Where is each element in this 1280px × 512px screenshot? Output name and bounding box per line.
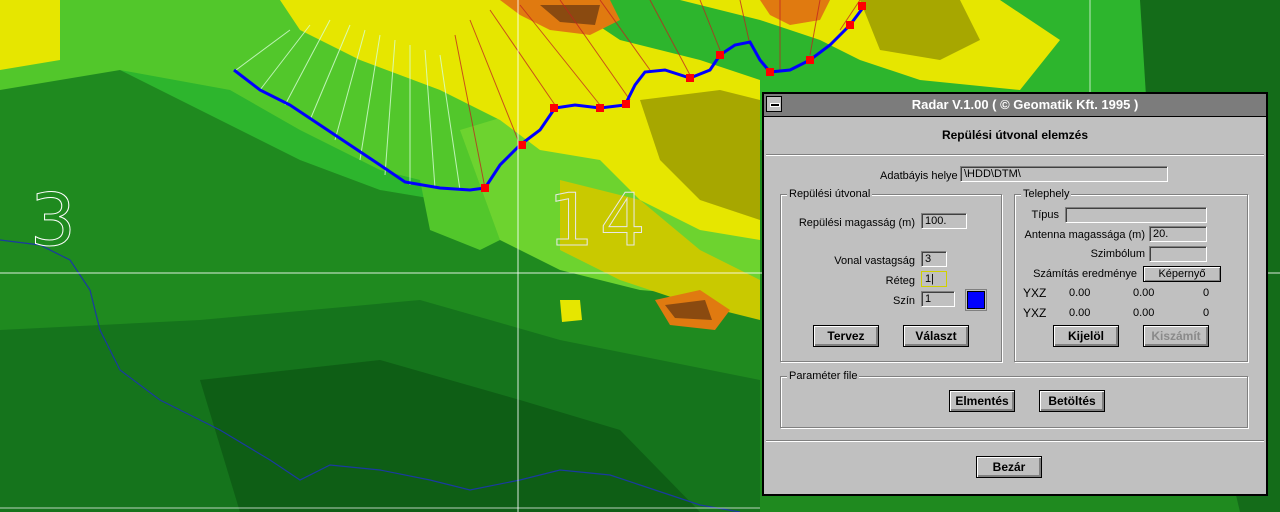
database-path-field[interactable]: \HDD\DTM\	[960, 166, 1168, 182]
zone-label-left: 3	[30, 178, 77, 263]
param-group-title: Paraméter file	[787, 370, 860, 382]
radar-dialog: Radar V.1.00 ( © Geomatik Kft. 1995 ) Re…	[762, 92, 1268, 496]
antenna-input[interactable]: 20.	[1149, 226, 1207, 242]
coord-value: 0.00	[1069, 307, 1091, 319]
site-group: Telephely Típus Antenna magassága (m) 20…	[1014, 188, 1248, 362]
coord-value: 0.00	[1133, 307, 1155, 319]
window-title: Radar V.1.00 ( © Geomatik Kft. 1995 )	[911, 97, 1139, 112]
color-input[interactable]: 1	[921, 291, 955, 307]
save-button[interactable]: Elmentés	[949, 390, 1015, 412]
altitude-input[interactable]: 100.	[921, 213, 967, 229]
result-label: Számítás eredménye	[1033, 268, 1137, 280]
calculate-button[interactable]: Kiszámít	[1143, 325, 1209, 347]
param-file-group: Paraméter file Elmentés Betöltés	[780, 370, 1248, 428]
coord-row-label: YXZ	[1023, 286, 1047, 300]
zone-label-center: 14	[548, 178, 652, 263]
route-group: Repülési útvonal Repülési magasság (m) 1…	[780, 188, 1002, 362]
system-menu-icon[interactable]	[766, 96, 782, 112]
result-dropdown[interactable]: Képernyő	[1143, 266, 1221, 282]
coord-value: 0.00	[1133, 287, 1155, 299]
type-field[interactable]	[1065, 207, 1207, 223]
altitude-label: Repülési magasság (m)	[798, 217, 915, 229]
site-group-title: Telephely	[1021, 188, 1072, 200]
coord-value: 0.00	[1069, 287, 1091, 299]
symbol-label: Szimbólum	[1090, 248, 1145, 260]
plan-button[interactable]: Tervez	[813, 325, 879, 347]
close-button[interactable]: Bezár	[976, 456, 1042, 478]
divider	[766, 440, 1264, 442]
dialog-heading: Repülési útvonal elemzés	[941, 128, 1089, 142]
color-swatch[interactable]	[967, 291, 985, 309]
mark-button[interactable]: Kijelöl	[1053, 325, 1119, 347]
coord-row-label: YXZ	[1023, 306, 1047, 320]
line-width-input[interactable]: 3	[921, 251, 947, 267]
type-label: Típus	[1031, 209, 1059, 221]
color-label: Szín	[892, 295, 915, 307]
route-group-title: Repülési útvonal	[787, 188, 873, 200]
symbol-field[interactable]	[1149, 246, 1207, 262]
layer-label: Réteg	[885, 275, 915, 287]
coord-value: 0	[1203, 287, 1210, 299]
select-button[interactable]: Választ	[903, 325, 969, 347]
line-width-label: Vonal vastagság	[834, 255, 915, 267]
layer-input[interactable]: 1|	[921, 271, 947, 287]
title-bar[interactable]: Radar V.1.00 ( © Geomatik Kft. 1995 )	[764, 94, 1266, 117]
database-label: Adatbáyis helye	[880, 170, 958, 182]
coord-value: 0	[1203, 307, 1210, 319]
antenna-label: Antenna magassága (m)	[1024, 229, 1145, 241]
divider	[766, 154, 1264, 156]
load-button[interactable]: Betöltés	[1039, 390, 1105, 412]
